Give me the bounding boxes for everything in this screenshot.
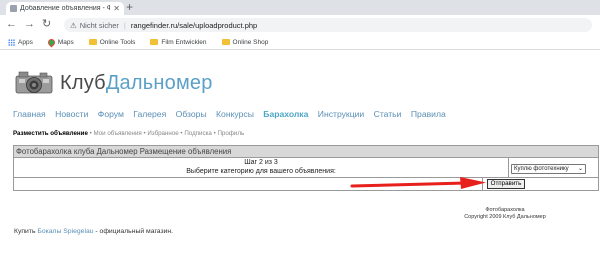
bookmark-apps[interactable]: Apps: [8, 38, 33, 46]
bookmark-maps[interactable]: Maps: [46, 37, 74, 47]
bookmark-label: Film Entwicklen: [161, 38, 207, 46]
apps-icon: [8, 38, 15, 46]
bookmark-label: Apps: [18, 38, 33, 46]
folder-icon: [88, 39, 97, 45]
category-select-value: Куплю фототехнику: [514, 166, 569, 172]
form-header: Фотобарахолка клуба Дальномер Размещение…: [14, 146, 598, 158]
close-tab-icon[interactable]: ✕: [113, 4, 120, 13]
back-icon[interactable]: ←: [6, 18, 17, 31]
submit-cell: Отправить: [482, 178, 598, 190]
upload-form: Фотобарахолка клуба Дальномер Размещение…: [13, 145, 599, 191]
bookmark-label: Maps: [57, 38, 74, 46]
nav-item-forum[interactable]: Форум: [98, 109, 124, 119]
category-cell: Куплю фототехнику ⌄: [508, 158, 598, 177]
nav-item-flea-market[interactable]: Барахолка: [263, 109, 308, 119]
sub-nav: Разместить объявление • Мои объявления •…: [13, 130, 244, 137]
bookmark-online-tools[interactable]: Online Tools: [88, 38, 136, 46]
brand-word-2: Дальномер: [105, 72, 213, 94]
new-tab-icon[interactable]: +: [126, 1, 133, 14]
nav-item-gallery[interactable]: Галерея: [133, 109, 166, 119]
camera-logo-icon[interactable]: [14, 68, 54, 96]
browser-toolbar: ← → ↻ ⚠ Nicht sicher | rangefinder.ru/sa…: [0, 15, 600, 35]
bookmarks-bar: Apps Maps Online Tools Film Entwicklen O…: [0, 35, 600, 50]
step-text: Шаг 2 из 3: [244, 159, 278, 166]
red-arrow-annotation: [350, 177, 486, 189]
url-separator: |: [123, 20, 126, 30]
site-brand[interactable]: КлубДальномер: [60, 72, 213, 95]
url-warning: Nicht sicher: [79, 20, 119, 30]
folder-icon: [221, 39, 230, 45]
bookmark-label: Online Shop: [232, 38, 269, 46]
nav-item-reviews[interactable]: Обзоры: [176, 109, 207, 119]
maps-icon: [46, 37, 57, 47]
promo-link[interactable]: Бокалы Spiegelau: [37, 228, 93, 235]
bookmark-film-entwicklen[interactable]: Film Entwicklen: [150, 38, 207, 46]
promo-prefix: Купить: [14, 228, 38, 235]
submit-button[interactable]: Отправить: [487, 179, 525, 189]
nav-item-news[interactable]: Новости: [55, 109, 88, 119]
subnav-current[interactable]: Разместить объявление: [13, 130, 88, 137]
reload-icon[interactable]: ↻: [42, 18, 51, 31]
tab-title: Добавление объявления - Фото: [20, 5, 111, 12]
category-select[interactable]: Куплю фототехнику ⌄: [511, 164, 586, 174]
forward-icon[interactable]: →: [24, 18, 35, 31]
browser-tab[interactable]: Добавление объявления - Фото ✕: [6, 2, 124, 15]
nav-item-rules[interactable]: Правила: [411, 109, 446, 119]
nav-item-home[interactable]: Главная: [13, 109, 46, 119]
site-footer: Фотобарахолка Copyright 2009 Клуб Дально…: [430, 207, 580, 220]
nav-item-articles[interactable]: Статьи: [374, 109, 402, 119]
bookmark-label: Online Tools: [99, 38, 136, 46]
warning-icon[interactable]: ⚠: [70, 21, 77, 30]
promo-suffix: - официальный магазин.: [93, 228, 174, 235]
favicon-icon: [10, 5, 17, 12]
form-instructions: Шаг 2 из 3 Выберите категорию для вашего…: [14, 159, 508, 176]
brand-word-1: Клуб: [60, 72, 106, 94]
bookmark-online-shop[interactable]: Online Shop: [221, 38, 269, 46]
address-bar[interactable]: ⚠ Nicht sicher | rangefinder.ru/sale/upl…: [64, 18, 592, 32]
folder-icon: [150, 39, 159, 45]
tab-strip: Добавление объявления - Фото ✕ +: [0, 0, 600, 15]
url-text: rangefinder.ru/sale/uploadproduct.php: [130, 20, 258, 30]
category-prompt: Выберите категорию для вашего объявления…: [186, 167, 336, 175]
footer-copyright: Copyright 2009 Клуб Дальномер: [464, 213, 546, 220]
subnav-links[interactable]: • Мои объявления • Избранное • Подписка …: [88, 130, 245, 137]
nav-item-instructions[interactable]: Инструкции: [318, 109, 364, 119]
main-nav: Главная Новости Форум Галерея Обзоры Кон…: [13, 109, 453, 119]
form-row-category: Шаг 2 из 3 Выберите категорию для вашего…: [14, 158, 598, 178]
promo-text: Купить Бокалы Spiegelau - официальный ма…: [14, 228, 173, 235]
form-row-submit: Отправить: [14, 178, 598, 190]
nav-item-contests[interactable]: Конкурсы: [216, 109, 254, 119]
chevron-down-icon: ⌄: [577, 166, 583, 172]
